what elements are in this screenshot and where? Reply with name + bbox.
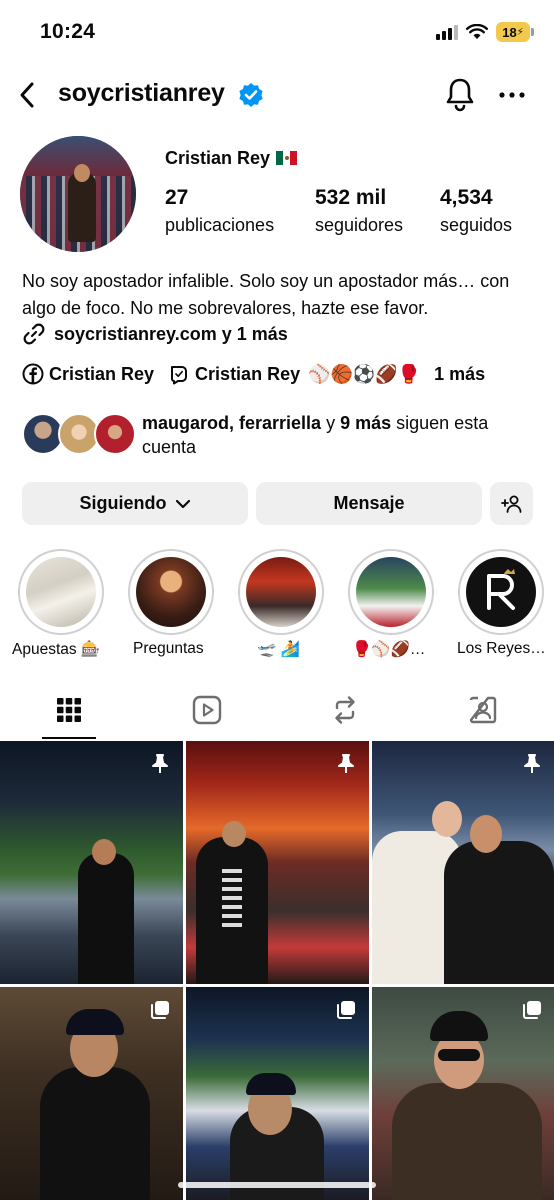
threads-icon [171, 366, 188, 385]
followed-by-count: 9 más [340, 413, 392, 433]
stat-following[interactable]: 4,534 seguidos [440, 186, 512, 236]
post-thumbnail[interactable] [0, 987, 183, 1200]
status-time: 10:24 [40, 20, 96, 43]
highlight-label: 🛫 🏄 [257, 641, 300, 658]
tab-posts[interactable] [0, 680, 138, 740]
reels-icon [192, 695, 222, 725]
carousel-icon [337, 1001, 355, 1019]
highlight-label: Apuestas 🎰 [12, 641, 101, 658]
post-thumbnail[interactable] [372, 741, 554, 984]
social-links-row: Cristian Rey Cristian Rey ⚾🏀⚽🏈🥊 1 más [22, 363, 485, 385]
profile-header: soycristianrey [0, 70, 554, 120]
battery-level: 18 [502, 24, 517, 40]
los-reyes-logo-icon [487, 569, 515, 610]
sport-emojis: ⚾🏀⚽🏈🥊 [308, 363, 421, 384]
home-indicator[interactable] [178, 1182, 376, 1188]
verified-badge-icon [239, 83, 263, 107]
signal-icon [436, 24, 458, 40]
status-indicators: 18 ⚡ [436, 22, 534, 42]
chevron-down-icon [175, 499, 190, 508]
threads-link[interactable]: Cristian Rey [195, 364, 300, 385]
profile-avatar[interactable] [20, 136, 136, 252]
stat-posts-label: publicaciones [165, 215, 275, 235]
message-button[interactable]: Mensaje [256, 482, 482, 525]
stat-followers[interactable]: 532 mil seguidores [315, 186, 403, 236]
highlight-los-reyes[interactable] [458, 549, 544, 635]
message-button-label: Mensaje [333, 493, 405, 513]
facebook-icon [22, 363, 44, 385]
highlight-apuestas[interactable] [18, 549, 104, 635]
stat-posts-value: 27 [165, 186, 189, 209]
followed-by-names: maugarod, ferarriella [142, 413, 322, 433]
highlight-label: 🥊⚾🏈… [352, 641, 426, 658]
battery-icon: 18 ⚡ [496, 22, 534, 42]
tab-tagged[interactable] [414, 680, 552, 740]
posts-grid [0, 741, 554, 1200]
profile-tabs [0, 680, 554, 740]
status-bar: 10:24 18 ⚡ [0, 0, 554, 66]
stat-following-value: 4,534 [440, 186, 493, 209]
profile-link[interactable]: soycristianrey.com y 1 más [22, 322, 288, 346]
stat-following-label: seguidos [440, 215, 513, 235]
add-user-button[interactable] [490, 482, 533, 525]
following-button[interactable]: Siguiendo [22, 482, 248, 525]
grid-icon [57, 698, 81, 722]
tagged-icon [469, 696, 497, 724]
tab-reposts[interactable] [276, 680, 414, 740]
facebook-link[interactable]: Cristian Rey [49, 364, 154, 385]
post-thumbnail[interactable] [372, 987, 554, 1200]
stat-followers-value: 532 mil [315, 186, 387, 209]
profile-name: Cristian Rey [165, 148, 271, 168]
back-icon[interactable] [14, 78, 44, 112]
notifications-bell-icon[interactable] [443, 76, 477, 112]
active-tab-indicator [42, 737, 96, 739]
carousel-icon [523, 1001, 541, 1019]
post-thumbnail[interactable] [0, 741, 183, 984]
wifi-icon [466, 24, 488, 39]
more-options-icon[interactable] [498, 90, 526, 100]
highlight-label: Preguntas [133, 640, 204, 657]
stat-posts[interactable]: 27 publicaciones [165, 186, 274, 236]
pin-icon [524, 754, 540, 773]
post-thumbnail[interactable] [186, 987, 369, 1200]
post-thumbnail[interactable] [186, 741, 369, 984]
pin-icon [152, 754, 168, 773]
reposts-icon [335, 696, 355, 724]
highlight-sports[interactable] [348, 549, 434, 635]
more-links-label[interactable]: 1 más [434, 364, 485, 385]
followed-by-row[interactable]: maugarod, ferarriella y 9 más siguen est… [22, 409, 542, 459]
highlight-label: Los Reyes… [457, 640, 546, 657]
tab-reels[interactable] [138, 680, 276, 740]
header-username: soycristianrey [58, 79, 225, 107]
profile-link-text: soycristianrey.com y 1 más [54, 323, 288, 344]
add-user-icon [500, 495, 521, 513]
follower-avatar [94, 413, 136, 455]
followed-by-text: maugarod, ferarriella y 9 más siguen est… [142, 413, 489, 457]
carousel-icon [151, 1001, 169, 1019]
profile-bio: No soy apostador infalible. Solo soy un … [22, 271, 510, 318]
mexico-flag-icon [276, 151, 297, 165]
following-button-label: Siguiendo [79, 493, 167, 513]
highlight-travel[interactable] [238, 549, 324, 635]
stat-followers-label: seguidores [315, 215, 404, 235]
highlight-preguntas[interactable] [128, 549, 214, 635]
link-icon [23, 323, 45, 345]
pin-icon [338, 754, 354, 773]
